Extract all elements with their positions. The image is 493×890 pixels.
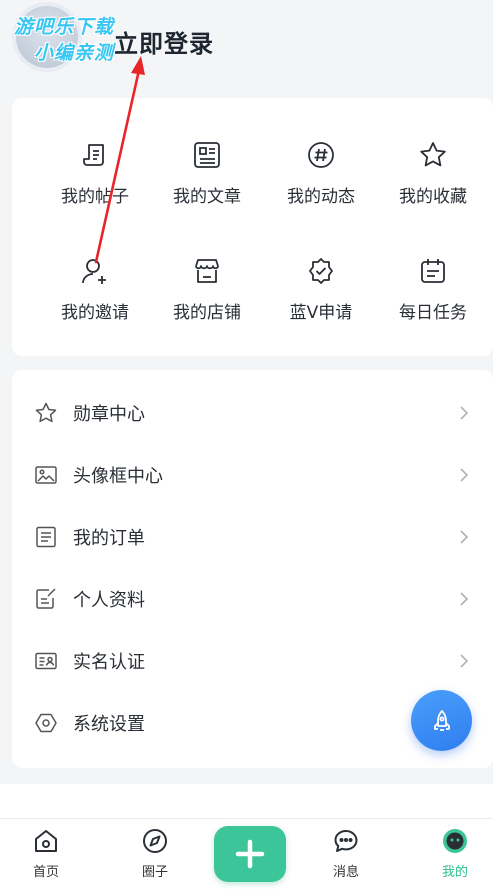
chevron-right-icon [460, 406, 469, 420]
tab-circles[interactable]: 圈子 [120, 827, 190, 887]
article-icon [194, 142, 220, 168]
grid-item-label: 我的店铺 [173, 303, 241, 323]
list-item-real-name-verify[interactable]: 实名认证 [12, 630, 493, 692]
list-item-label: 头像框中心 [73, 466, 163, 487]
tab-label: 首页 [32, 865, 59, 880]
list-item-label: 勋章中心 [73, 404, 145, 425]
grid-item-label: 蓝V申请 [289, 303, 353, 323]
list-item-avatar-frame-center[interactable]: 头像框中心 [12, 444, 493, 506]
login-button[interactable]: 立即登录 [114, 24, 214, 59]
tab-label: 圈子 [141, 865, 168, 880]
create-post-button[interactable] [214, 826, 286, 882]
list-item-medal-center[interactable]: 勋章中心 [12, 382, 493, 444]
grid-item-my-store[interactable]: 我的店铺 [152, 256, 262, 336]
tab-label: 我的 [441, 865, 468, 880]
chevron-right-icon [460, 468, 469, 482]
avatar[interactable] [16, 6, 78, 68]
order-list-icon [36, 526, 56, 548]
chevron-right-icon [460, 530, 469, 544]
tab-label: 消息 [332, 865, 359, 880]
settings-hexagon-icon [35, 713, 57, 733]
compass-icon [143, 829, 167, 853]
grid-item-my-feed[interactable]: 我的动态 [266, 140, 376, 220]
tab-messages[interactable]: 消息 [311, 827, 381, 887]
list-item-my-orders[interactable]: 我的订单 [12, 506, 493, 568]
bottom-divider-strip [0, 784, 493, 818]
chat-icon [334, 830, 358, 852]
grid-item-label: 我的文章 [173, 187, 241, 207]
rocket-fab-button[interactable] [411, 690, 472, 751]
grid-item-my-articles[interactable]: 我的文章 [152, 140, 262, 220]
profile-face-icon [443, 829, 467, 853]
edit-profile-icon [36, 588, 56, 609]
list-item-label: 个人资料 [73, 590, 145, 611]
home-icon [35, 830, 57, 852]
id-card-icon [35, 652, 57, 670]
verified-badge-icon [309, 258, 333, 284]
image-frame-icon [35, 466, 57, 484]
grid-item-daily-tasks[interactable]: 每日任务 [378, 256, 488, 336]
list-item-label: 系统设置 [73, 714, 145, 735]
chevron-right-icon [460, 654, 469, 668]
grid-item-label: 我的动态 [287, 187, 355, 207]
grid-item-my-favorites[interactable]: 我的收藏 [378, 140, 488, 220]
rocket-icon [433, 709, 450, 731]
calendar-icon [421, 259, 445, 283]
star-icon [420, 142, 446, 167]
post-icon [83, 144, 104, 166]
tab-home[interactable]: 首页 [11, 827, 81, 887]
grid-item-my-invites[interactable]: 我的邀请 [40, 256, 150, 336]
grid-item-label: 每日任务 [399, 303, 467, 323]
header: 立即登录 游吧乐下载 小编亲测 [0, 0, 493, 92]
store-icon [195, 259, 219, 283]
chevron-right-icon [460, 592, 469, 606]
plus-icon [235, 839, 265, 869]
shortcut-grid-card: 我的帖子 我的文章 我的动态 我的收藏 我的邀请 我的店铺 蓝V申请 每日任务 [12, 98, 493, 356]
grid-item-label: 我的帖子 [61, 187, 129, 207]
invite-user-icon [82, 259, 106, 284]
grid-item-blue-v-apply[interactable]: 蓝V申请 [266, 256, 376, 336]
list-item-profile[interactable]: 个人资料 [12, 568, 493, 630]
hashtag-icon [308, 142, 334, 168]
grid-item-my-posts[interactable]: 我的帖子 [40, 140, 150, 220]
list-item-label: 实名认证 [73, 652, 145, 673]
grid-item-label: 我的邀请 [61, 303, 129, 323]
star-outline-icon [35, 402, 57, 423]
list-item-label: 我的订单 [73, 528, 145, 549]
tab-mine[interactable]: 我的 [420, 827, 490, 887]
grid-item-label: 我的收藏 [399, 187, 467, 207]
